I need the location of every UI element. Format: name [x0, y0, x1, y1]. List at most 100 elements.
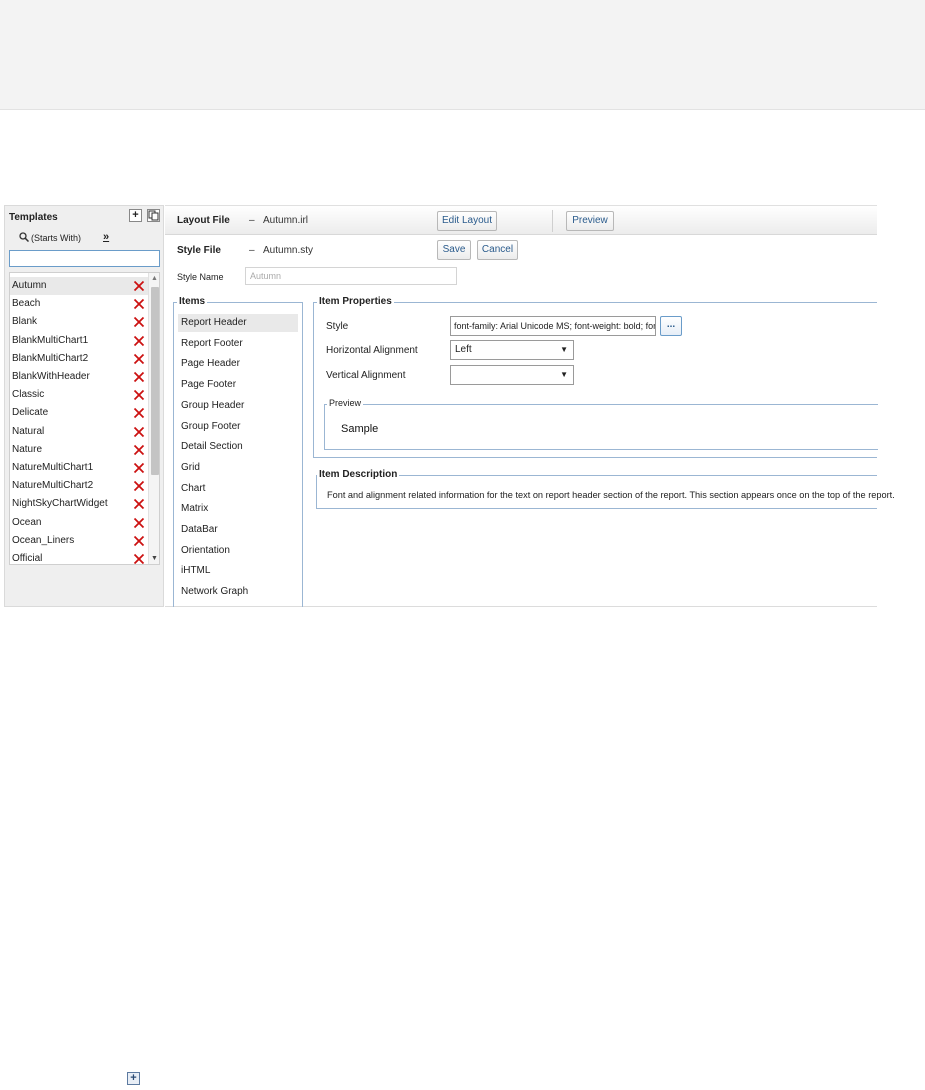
template-name: Classic [12, 389, 45, 401]
layout-file-value: Autumn.irl [263, 215, 309, 226]
template-list-item[interactable]: NatureMultiChart2 [10, 477, 148, 495]
delete-icon[interactable] [133, 444, 145, 456]
items-list-item[interactable]: Matrix [178, 500, 298, 518]
items-list-item[interactable]: Network Graph [178, 583, 298, 601]
vertical-alignment-label: Vertical Alignment [326, 370, 406, 381]
template-list-item[interactable]: BlankWithHeader [10, 368, 148, 386]
template-name: BlankMultiChart1 [12, 334, 89, 346]
horizontal-alignment-select[interactable]: Left ▼ [450, 340, 574, 360]
delete-icon[interactable] [133, 426, 145, 438]
template-name: Ocean [12, 516, 42, 528]
template-name: Beach [12, 298, 41, 310]
style-file-label: Style File [177, 245, 221, 256]
delete-icon[interactable] [133, 371, 145, 383]
template-list-item[interactable]: Nature [10, 441, 148, 459]
items-list-item[interactable]: iHTML [178, 562, 298, 580]
template-name: Official [12, 553, 43, 564]
template-name: Blank [12, 316, 38, 328]
delete-icon[interactable] [133, 535, 145, 547]
preview-title: Preview [327, 398, 364, 408]
template-list-item[interactable]: BlankMultiChart2 [10, 350, 148, 368]
preview-panel: Preview Sample [324, 398, 878, 450]
search-mode-label[interactable]: (Starts With) [31, 233, 81, 243]
delete-icon[interactable] [133, 335, 145, 347]
vertical-alignment-select[interactable]: ▼ [450, 365, 574, 385]
expand-button[interactable]: » [103, 231, 109, 243]
template-list-item[interactable]: Official [10, 550, 148, 565]
items-list-item[interactable]: Report Header [178, 314, 298, 332]
items-list-item[interactable]: Group Footer [178, 418, 298, 436]
items-panel: Items Report Header Report Footer Page Hea… [173, 296, 303, 607]
item-properties-title: Item Properties [317, 296, 394, 307]
delete-icon[interactable] [133, 389, 145, 401]
template-search-input[interactable] [9, 250, 160, 267]
delete-icon[interactable] [133, 517, 145, 529]
delete-icon[interactable] [133, 407, 145, 419]
add-template-button[interactable]: + [129, 209, 142, 222]
template-name: NightSkyChartWidget [12, 498, 108, 510]
plus-icon: + [130, 1072, 137, 1084]
template-list-item[interactable]: Blank [10, 313, 148, 331]
edit-layout-button[interactable]: Edit Layout [437, 211, 497, 231]
delete-icon[interactable] [133, 462, 145, 474]
templates-panel: Templates + (Starts With) » ▲ ▼ Autumn Be… [4, 205, 164, 607]
toolbar-divider [552, 210, 553, 232]
style-file-value: Autumn.sty [263, 245, 314, 256]
item-description-text: Font and alignment related information f… [327, 490, 895, 500]
template-list-item[interactable]: Ocean_Liners [10, 532, 148, 550]
delete-icon[interactable] [133, 353, 145, 365]
preview-button[interactable]: Preview [566, 211, 614, 231]
style-name-input[interactable] [245, 267, 457, 285]
cancel-button[interactable]: Cancel [477, 240, 518, 260]
items-list-item[interactable]: Grid [178, 459, 298, 477]
templates-title: Templates [9, 212, 58, 223]
template-name: Nature [12, 443, 43, 455]
template-name: Natural [12, 425, 45, 437]
template-list: ▲ ▼ Autumn Beach Blank BlankMultiChart1 Blan… [9, 272, 160, 565]
delete-icon[interactable] [133, 316, 145, 328]
scroll-down-icon[interactable]: ▼ [151, 555, 158, 562]
template-list-item[interactable]: Natural [10, 423, 148, 441]
template-list-item[interactable]: Autumn [10, 277, 148, 295]
delete-icon[interactable] [133, 498, 145, 510]
layout-file-bar: Layout File – Autumn.irl Edit Layout Pre… [165, 205, 877, 235]
template-name: Ocean_Liners [12, 534, 75, 546]
item-description-panel: Item Description Font and alignment rela… [316, 469, 895, 509]
template-list-scrollbar[interactable]: ▲ ▼ [148, 273, 159, 564]
style-input[interactable]: font-family: Arial Unicode MS; font-weig… [450, 316, 656, 336]
save-button[interactable]: Save [437, 240, 471, 260]
search-row: (Starts With) » [19, 231, 159, 246]
template-list-item[interactable]: NightSkyChartWidget [10, 495, 148, 513]
delete-icon[interactable] [133, 280, 145, 292]
template-list-item[interactable]: BlankMultiChart1 [10, 332, 148, 350]
template-list-item[interactable]: Classic [10, 386, 148, 404]
items-list-item[interactable]: Chart [178, 480, 298, 498]
items-list-item[interactable]: Page Footer [178, 376, 298, 394]
items-list-item[interactable]: Orientation [178, 542, 298, 560]
main-panel: Layout File – Autumn.irl Edit Layout Pre… [165, 205, 895, 607]
items-list-item[interactable]: Detail Section [178, 438, 298, 456]
template-list-item[interactable]: Beach [10, 295, 148, 313]
template-list-item[interactable]: Ocean [10, 514, 148, 532]
plus-icon: + [132, 209, 139, 221]
copy-template-button[interactable] [147, 209, 160, 222]
scrollbar-thumb[interactable] [151, 287, 159, 475]
expand-plus-button[interactable]: + [127, 1072, 140, 1085]
horizontal-alignment-label: Horizontal Alignment [326, 345, 418, 356]
items-list-item[interactable]: Page Header [178, 355, 298, 373]
layout-file-label: Layout File [177, 215, 230, 226]
scroll-up-icon[interactable]: ▲ [151, 275, 158, 282]
items-list-item[interactable]: DataBar [178, 521, 298, 539]
style-edit-button[interactable]: ... [660, 316, 682, 336]
template-list-item[interactable]: Delicate [10, 404, 148, 422]
style-label: Style [326, 321, 349, 332]
layout-file-dash: – [249, 215, 255, 226]
delete-icon[interactable] [133, 553, 145, 565]
delete-icon[interactable] [133, 480, 145, 492]
items-list-item[interactable]: Report Footer [178, 335, 298, 353]
items-list-item[interactable]: Group Header [178, 397, 298, 415]
template-list-item[interactable]: NatureMultiChart1 [10, 459, 148, 477]
copy-icon [148, 210, 159, 221]
horizontal-alignment-value: Left [455, 344, 472, 355]
delete-icon[interactable] [133, 298, 145, 310]
